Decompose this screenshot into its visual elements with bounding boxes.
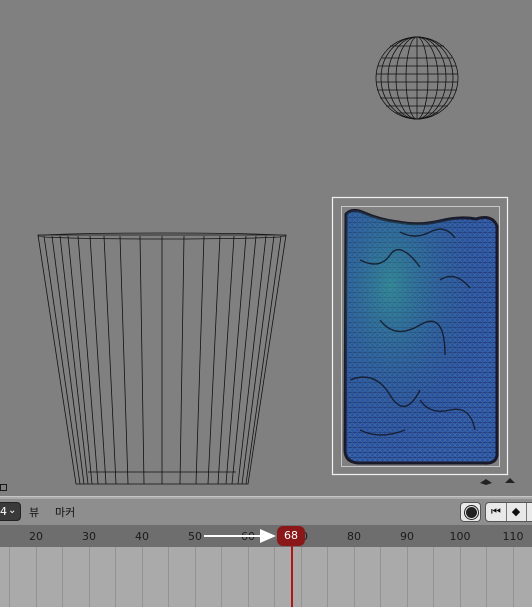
gridline [62,547,63,607]
ruler-label: 100 [449,530,471,543]
current-frame-badge[interactable]: 68 [277,526,305,546]
viewport-scene [37,36,515,485]
gridline [327,547,328,607]
ruler-label: 40 [135,530,149,543]
fluid-domain[interactable] [331,196,509,476]
ruler-label: 30 [82,530,96,543]
playback-controls: ⏮ ◆ ◂ [485,502,532,522]
gridline [36,547,37,607]
keyframe-prev-icon[interactable]: ◆ [506,503,527,521]
gridline [168,547,169,607]
editor-type-dropdown[interactable]: 4 ⌄ [0,502,21,521]
record-icon [466,507,477,518]
gridline [248,547,249,607]
ruler-label: 50 [188,530,202,543]
gridline [380,547,381,607]
wireframe-sphere[interactable] [375,36,459,120]
corner-toggle[interactable] [0,484,7,491]
gridline [486,547,487,607]
gridline [460,547,461,607]
gridline [142,547,143,607]
menu-view[interactable]: 뷰 [29,504,39,520]
ruler-label: 90 [400,530,414,543]
arrow-right-icon [204,529,276,543]
wireframe-cup[interactable] [37,232,287,485]
gridline [433,547,434,607]
ruler-label: 110 [502,530,524,543]
gridline [274,547,275,607]
chevron-down-icon: ⌄ [8,505,17,516]
ruler-label: 20 [29,530,43,543]
gridline [301,547,302,607]
gridline [89,547,90,607]
ruler-label: 80 [347,530,361,543]
playhead[interactable] [291,540,293,607]
gridline [9,547,10,607]
gridline [221,547,222,607]
gridline [513,547,514,607]
viewport-gizmo-icons[interactable] [480,478,515,485]
3d-viewport[interactable] [0,0,532,497]
play-reverse-icon[interactable]: ◂ [526,503,532,521]
menu-marker[interactable]: 마커 [55,504,75,520]
timeline-header: 4 ⌄ 뷰 마커 ⏮ ◆ ◂ [0,499,532,525]
gridline [407,547,408,607]
auto-keying-button[interactable] [460,502,481,522]
timeline-track-area[interactable] [0,547,532,607]
gridline [115,547,116,607]
dropdown-value: 4 [0,505,7,518]
gridline [354,547,355,607]
jump-to-start-icon[interactable]: ⏮ [486,503,507,521]
gridline [195,547,196,607]
